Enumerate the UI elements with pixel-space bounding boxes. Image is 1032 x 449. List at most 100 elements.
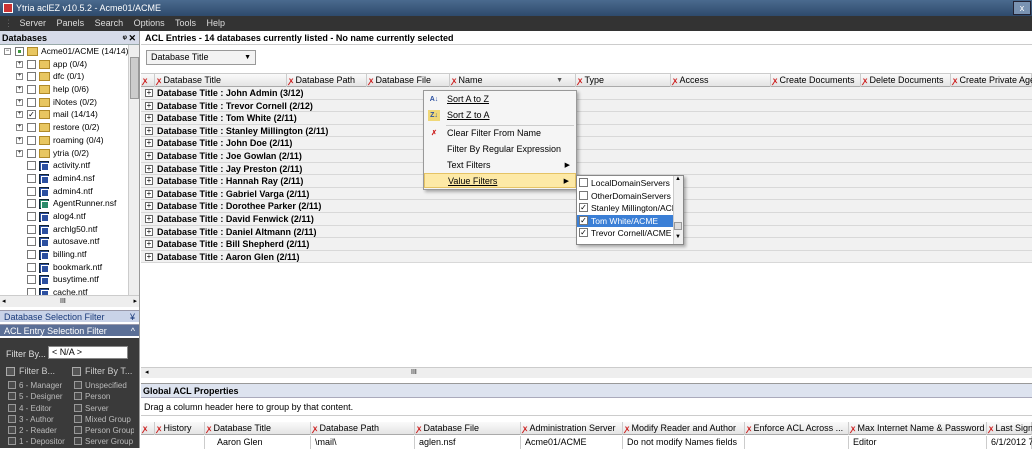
filter-checkbox[interactable] (8, 426, 16, 435)
tree-item[interactable]: + roaming (0/4) (0, 134, 128, 147)
sort-z-to-a-item[interactable]: Z↓ Sort Z to A (424, 108, 576, 123)
expand-icon[interactable]: + (145, 89, 153, 97)
expand-icon[interactable]: + (145, 164, 153, 173)
text-filters-item[interactable]: Text Filters ▶ (424, 158, 576, 173)
filter-checkbox[interactable] (8, 392, 16, 401)
access-level-item[interactable]: 6 - Manager (8, 380, 68, 391)
column-filter-cell[interactable]: ꭗ (141, 422, 155, 435)
tree-checkbox[interactable] (27, 224, 36, 234)
tree-checkbox[interactable]: ✓ (27, 110, 36, 120)
tree-item[interactable]: archlg50.ntf (0, 223, 128, 236)
access-level-item[interactable]: 4 - Editor (8, 403, 68, 414)
column-header[interactable]: ꭗ Delete Documents (861, 74, 951, 87)
filter-checkbox[interactable] (74, 437, 82, 446)
scroll-left-icon[interactable]: ◂ (145, 368, 149, 378)
scroll-right-icon[interactable]: ▸ (133, 296, 137, 307)
value-filter-item[interactable]: LocalDomainServers (577, 177, 673, 189)
tree-item[interactable]: alog4.ntf (0, 210, 128, 223)
column-header[interactable]: ꭗ Type (576, 74, 671, 87)
tree-item[interactable]: admin4.nsf (0, 172, 128, 185)
menu-panels[interactable]: Panels (57, 18, 85, 28)
scroll-left-icon[interactable]: ◂ (2, 296, 6, 307)
group-row[interactable]: + Database Title : John Doe (2/11) (141, 137, 1032, 150)
tree-item[interactable]: admin4.ntf (0, 185, 128, 198)
expand-icon[interactable]: + (145, 214, 153, 223)
tree-item[interactable]: autosave.ntf (0, 235, 128, 248)
filter-checkbox[interactable] (8, 381, 16, 389)
filter-checkbox[interactable] (74, 392, 82, 401)
scroll-up-icon[interactable]: ▲ (675, 176, 681, 182)
expand-icon[interactable]: + (145, 252, 153, 261)
value-filter-item[interactable]: ✓ Trevor Cornell/ACME (577, 227, 673, 239)
tree-checkbox[interactable] (27, 135, 36, 145)
collapse-icon[interactable]: − (4, 48, 11, 55)
chevron-down-icon[interactable]: ▼ (244, 51, 251, 64)
expand-icon[interactable]: + (145, 177, 153, 186)
filter-checkbox[interactable] (74, 414, 82, 423)
value-filter-checkbox[interactable] (579, 190, 588, 200)
global-column-header[interactable]: ꭗ History (155, 422, 205, 435)
value-filter-checkbox[interactable]: ✓ (579, 228, 588, 237)
tree-item[interactable]: + dfc (0/1) (0, 70, 128, 83)
database-selection-filter-header[interactable]: Database Selection Filter ¥ (0, 310, 139, 322)
entry-type-item[interactable]: Server Group (74, 436, 134, 447)
group-row[interactable]: + Database Title : Joe Gowlan (2/11) (141, 149, 1032, 163)
tree-checkbox[interactable] (27, 275, 36, 285)
expand-icon[interactable]: + (145, 126, 153, 135)
pin-icon[interactable]: ᵠ (123, 31, 127, 45)
tree-checkbox[interactable] (27, 250, 36, 259)
value-filter-checkbox[interactable] (579, 178, 588, 187)
menu-server[interactable]: Server (20, 18, 47, 28)
column-header[interactable]: ꭗ Database File (367, 74, 450, 87)
column-header[interactable]: ꭗ Create Private Agents (951, 74, 1032, 87)
access-level-item[interactable]: 1 - Depositor (8, 436, 68, 447)
filter-regex-item[interactable]: Filter By Regular Expression (424, 142, 576, 157)
tree-horizontal-scrollbar[interactable]: ◂ III ▸ (0, 295, 139, 307)
tree-checkbox[interactable] (27, 85, 36, 95)
filter-checkbox[interactable] (74, 426, 82, 435)
tree-item[interactable]: activity.ntf (0, 159, 128, 172)
entry-type-item[interactable]: Person Group (74, 425, 134, 436)
value-filter-item[interactable]: OtherDomainServers (577, 190, 673, 202)
filter-icon[interactable]: ꭗ (143, 424, 147, 433)
expand-icon[interactable]: + (16, 86, 23, 94)
menu-tools[interactable]: Tools (175, 18, 196, 28)
expand-icon[interactable]: + (16, 60, 23, 68)
filter-checkbox[interactable] (74, 403, 82, 412)
tree-checkbox[interactable] (27, 59, 36, 69)
chevron-down-icon[interactable]: ¥ (130, 311, 135, 323)
group-row[interactable]: + Database Title : Jay Preston (2/11) (141, 162, 1032, 176)
column-header[interactable]: ꭗ Database Title (155, 74, 287, 87)
column-header[interactable]: ꭗ Create Documents (771, 74, 861, 87)
group-row[interactable]: + Database Title : John Admin (3/12) (141, 87, 1032, 100)
expand-icon[interactable]: + (145, 189, 153, 198)
column-dropdown-icon[interactable]: ▼ (556, 74, 563, 87)
expand-icon[interactable]: + (16, 98, 23, 106)
clear-filter-item[interactable]: ✗ Clear Filter From Name (424, 126, 576, 141)
chevron-up-icon[interactable]: ^ (131, 325, 135, 337)
filter-icon[interactable]: ꭗ (143, 76, 147, 85)
expand-icon[interactable]: + (145, 227, 153, 236)
column-filter-cell[interactable]: ꭗ (141, 74, 155, 87)
tree-checkbox[interactable] (27, 211, 36, 221)
tree-item[interactable]: AgentRunner.nsf (0, 197, 128, 210)
tree-item[interactable]: busytime.ntf (0, 273, 128, 286)
global-column-header[interactable]: ꭗ Database Path (311, 422, 415, 435)
tree-item[interactable]: + app (0/4) (0, 58, 128, 71)
value-filter-checkbox[interactable]: ✓ (579, 203, 588, 212)
value-filters-scrollbar[interactable]: ▲ ▼ (673, 176, 683, 244)
expand-icon[interactable]: + (16, 111, 23, 119)
tree-checkbox[interactable] (27, 186, 36, 196)
tree-checkbox[interactable] (27, 123, 36, 133)
tree-item[interactable]: + ✓ mail (14/14) (0, 108, 128, 121)
menu-options[interactable]: Options (134, 18, 165, 28)
tree-item[interactable]: bookmark.ntf (0, 261, 128, 274)
tree-item[interactable]: + help (0/6) (0, 83, 128, 96)
value-filter-item[interactable]: ✓Stanley Millington/ACME (577, 202, 673, 214)
tree-item[interactable]: − Acme01/ACME (14/14) (0, 45, 128, 58)
expand-icon[interactable]: + (145, 240, 153, 249)
access-level-item[interactable]: 3 - Author (8, 414, 68, 425)
filter-checkbox[interactable] (8, 403, 16, 412)
tree-checkbox[interactable] (27, 288, 36, 295)
global-column-header[interactable]: ꭗ Modify Reader and Author (623, 422, 745, 435)
